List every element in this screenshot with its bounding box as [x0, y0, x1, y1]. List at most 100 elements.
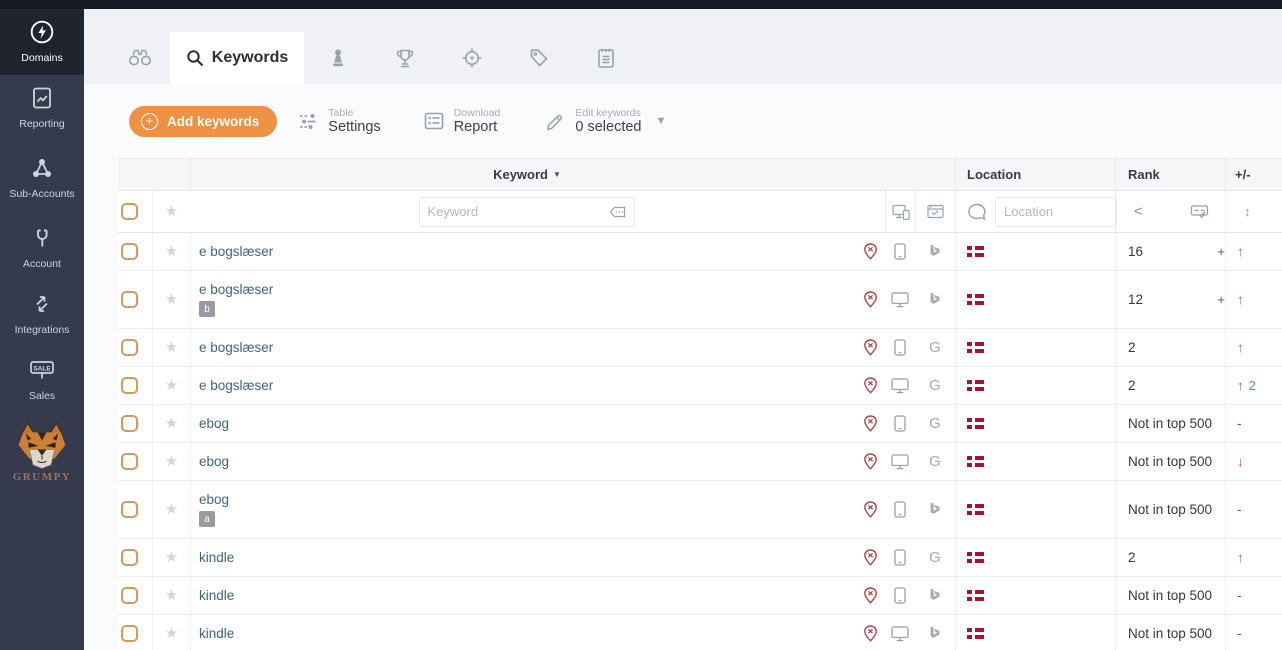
add-keywords-button[interactable]: + Add keywords [129, 106, 277, 137]
keyword-link[interactable]: e bogslæser [199, 378, 855, 393]
rank-value: 2 [1128, 378, 1136, 393]
table-row: ★ e bogslæser G 2 [118, 367, 1282, 405]
filter-row: ★ [118, 191, 1282, 233]
row-checkbox[interactable] [121, 549, 138, 566]
keyword-link[interactable]: ebog [199, 492, 855, 507]
tab-competitors[interactable] [304, 32, 371, 84]
tab-overview[interactable] [110, 32, 170, 84]
geo-pin-icon[interactable] [863, 291, 878, 308]
geo-pin-icon[interactable] [863, 625, 878, 642]
chevron-down-icon[interactable]: ▼ [656, 115, 667, 127]
geo-pin-icon[interactable] [863, 415, 878, 432]
keyword-link[interactable]: kindle [199, 588, 855, 603]
table-settings-top-label: Table [328, 107, 380, 119]
change-header[interactable]: +/- [1225, 159, 1282, 190]
location-filter-input[interactable] [1004, 204, 1108, 219]
download-report-button[interactable]: Download Report [423, 107, 501, 136]
star-icon[interactable]: ★ [165, 340, 178, 355]
edit-keywords-bottom-label: 0 selected [575, 119, 641, 136]
sidebar-item-label: Integrations [6, 324, 78, 337]
rank-value: 12 [1128, 292, 1143, 307]
geo-pin-icon[interactable] [863, 549, 878, 566]
star-icon[interactable]: ★ [165, 502, 178, 517]
search-engine-filter-icon[interactable] [927, 204, 944, 219]
tab-keywords[interactable]: Keywords [170, 32, 304, 84]
sidebar-item-sales[interactable]: SALE Sales [0, 347, 84, 413]
keyword-link[interactable]: kindle [199, 550, 855, 565]
change-filter-icon[interactable]: ↕ [1244, 204, 1251, 219]
star-icon[interactable]: ★ [165, 588, 178, 603]
sidebar-item-integrations[interactable]: Integrations [0, 281, 84, 347]
grumpy-mascot: GRUMPY [0, 421, 84, 483]
filter-pin-cell [855, 191, 885, 232]
row-checkbox[interactable] [121, 291, 138, 308]
sidebar-item-sub-accounts[interactable]: Sub-Accounts [0, 141, 84, 215]
geo-pin-icon[interactable] [863, 377, 878, 394]
rank-operator-filter[interactable]: < [1134, 203, 1143, 220]
google-engine-icon: G [929, 549, 941, 566]
row-checkbox[interactable] [121, 415, 138, 432]
notes-icon [595, 46, 617, 70]
mobile-device-icon [894, 587, 906, 604]
tab-tags[interactable] [505, 32, 572, 84]
rank-plus-indicator: + [1217, 292, 1225, 307]
row-checkbox[interactable] [121, 453, 138, 470]
sliders-icon [297, 111, 319, 131]
change-arrow-icon: ↑ [1237, 340, 1244, 355]
keyword-link[interactable]: e bogslæser [199, 244, 855, 259]
tab-notes[interactable] [572, 32, 639, 84]
toolbar: + Add keywords Table Settings Download [84, 84, 1282, 158]
star-icon[interactable]: ★ [165, 244, 178, 259]
star-icon[interactable]: ★ [165, 454, 178, 469]
geo-pin-icon[interactable] [863, 339, 878, 356]
row-checkbox[interactable] [121, 501, 138, 518]
serp-features-filter-icon[interactable] [1190, 204, 1209, 219]
select-all-checkbox[interactable] [121, 203, 138, 220]
star-icon[interactable]: ★ [165, 416, 178, 431]
keyword-link[interactable]: kindle [199, 626, 855, 641]
geo-pin-icon[interactable] [863, 243, 878, 260]
row-checkbox[interactable] [121, 339, 138, 356]
geo-pin-icon[interactable] [863, 587, 878, 604]
denmark-flag-icon [967, 628, 984, 639]
location-header[interactable]: Location [955, 159, 1115, 190]
table-row: ★ kindle G 2 [118, 539, 1282, 577]
sales-icon: SALE [28, 357, 56, 383]
change-arrow-icon: - [1237, 416, 1242, 431]
row-checkbox[interactable] [121, 625, 138, 642]
rank-header[interactable]: Rank [1115, 159, 1225, 190]
label-icon[interactable] [609, 206, 626, 218]
row-checkbox[interactable] [121, 243, 138, 260]
keyword-filter-input[interactable] [428, 204, 609, 219]
table-settings-button[interactable]: Table Settings [297, 107, 380, 136]
keyword-header[interactable]: Keyword ▼ [190, 159, 855, 190]
keyword-link[interactable]: ebog [199, 454, 855, 469]
locale-bubble-icon[interactable] [967, 203, 987, 221]
edit-keywords-button[interactable]: Edit keywords 0 selected [544, 107, 641, 136]
tab-competitor-ranks[interactable] [371, 32, 438, 84]
tab-landing-pages[interactable] [438, 32, 505, 84]
sidebar-item-domains[interactable]: Domains [0, 9, 84, 75]
star-filter-icon[interactable]: ★ [165, 204, 178, 219]
keyword-link[interactable]: e bogslæser [199, 282, 855, 297]
row-checkbox[interactable] [121, 587, 138, 604]
tab-keywords-label: Keywords [212, 49, 288, 67]
geo-pin-icon[interactable] [863, 453, 878, 470]
sidebar-item-reporting[interactable]: Reporting [0, 75, 84, 141]
star-icon[interactable]: ★ [165, 550, 178, 565]
table-row: ★ e bogslæser G 2 [118, 329, 1282, 367]
keyword-link[interactable]: e bogslæser [199, 340, 855, 355]
star-icon[interactable]: ★ [165, 292, 178, 307]
star-icon[interactable]: ★ [165, 626, 178, 641]
header-pin-cell [855, 159, 885, 190]
row-checkbox[interactable] [121, 377, 138, 394]
device-filter-icon[interactable] [892, 204, 910, 220]
star-icon[interactable]: ★ [165, 378, 178, 393]
desktop-device-icon [891, 292, 909, 308]
report-icon [423, 111, 445, 131]
geo-pin-icon[interactable] [863, 501, 878, 518]
keyword-link[interactable]: ebog [199, 416, 855, 431]
mobile-device-icon [894, 501, 906, 518]
denmark-flag-icon [967, 246, 984, 257]
sidebar-item-account[interactable]: Account [0, 215, 84, 281]
